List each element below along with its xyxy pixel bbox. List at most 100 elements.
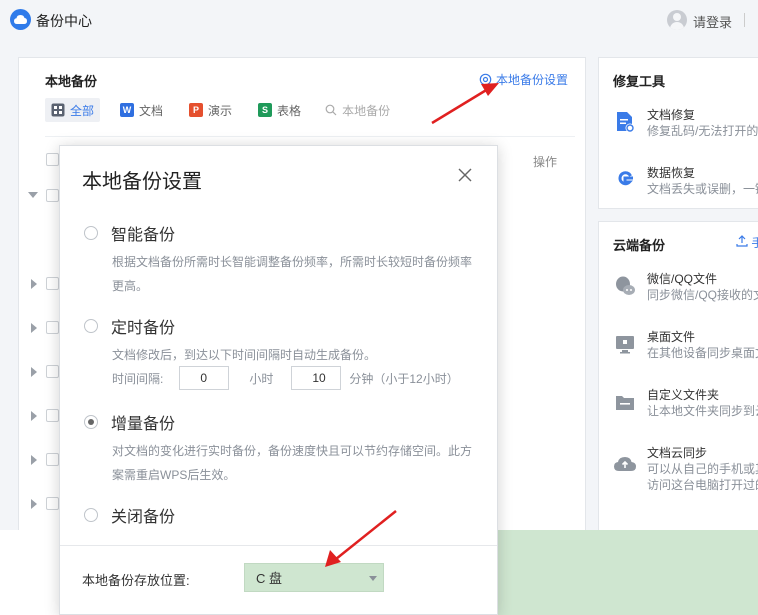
hours-input[interactable] (179, 366, 230, 390)
top-bar: 备份中心 请登录 (0, 0, 758, 40)
option-scheduled-backup[interactable]: 定时备份 (84, 314, 175, 338)
backup-location-label: 本地备份存放位置: (82, 573, 190, 588)
dialog-divider (60, 545, 497, 546)
row-checkbox[interactable] (46, 365, 59, 378)
data-recovery-icon (618, 171, 633, 186)
smart-backup-desc: 根据文档备份所需时长智能调整备份频率，所需时长较短时备份频率更高。 (112, 255, 473, 293)
folder-icon (616, 396, 634, 410)
document-cloud-sync-desc-line2: 访问这台电脑打开过的 (647, 478, 758, 492)
option-disable-backup[interactable]: 关闭备份 (84, 503, 175, 527)
select-all-checkbox[interactable] (46, 153, 59, 166)
smart-backup-label: 智能备份 (111, 227, 176, 244)
interval-label: 时间间隔: (112, 371, 164, 386)
file-type-tabs: 全部 W 文档 P 演示 S 表格 本地备份 (45, 98, 390, 122)
header-divider (45, 136, 575, 137)
local-backup-settings-link[interactable]: 本地备份设置 (479, 71, 568, 88)
custom-folder-desc: 让本地文件夹同步到云 (647, 404, 758, 418)
presentation-icon: P (189, 103, 204, 117)
expand-arrow-icon[interactable] (31, 499, 37, 509)
backup-location-select[interactable]: C 盘 (244, 563, 384, 592)
data-recovery-desc: 文档丢失或误删，一键 (647, 182, 758, 196)
scheduled-backup-radio[interactable] (84, 319, 98, 333)
cloud-backup-panel: 云端备份 手 微信/QQ文件 同步微信/QQ接收的文 桌面文件 在其他设备同步桌… (598, 221, 758, 530)
gear-icon (479, 73, 492, 86)
scheduled-backup-desc: 文档修改后，到达以下时间间隔时自动生成备份。 (112, 348, 377, 362)
data-recovery-item[interactable]: 数据恢复 文档丢失或误删，一键 (613, 164, 758, 204)
tab-spreadsheets-label: 表格 (277, 103, 302, 118)
hours-unit: 小时 (249, 371, 274, 386)
login-link[interactable]: 请登录 (693, 12, 732, 31)
expand-arrow-icon[interactable] (31, 367, 37, 377)
custom-folder-name: 自定义文件夹 (647, 388, 720, 402)
row-checkbox[interactable] (46, 277, 59, 290)
expand-arrow-icon[interactable] (31, 455, 37, 465)
repair-tools-title: 修复工具 (613, 74, 666, 89)
option-smart-backup[interactable]: 智能备份 (84, 221, 175, 245)
spreadsheet-icon: S (258, 103, 273, 117)
backup-location-value: C 盘 (256, 571, 283, 586)
smart-backup-radio[interactable] (84, 226, 98, 240)
repair-tools-panel: 修复工具 文档修复 修复乱码/无法打开的 数据恢复 文档丢失或误删，一键 (598, 57, 758, 209)
desktop-icon (616, 336, 634, 354)
option-incremental-backup[interactable]: 增量备份 (84, 410, 175, 434)
local-backup-title: 本地备份 (45, 74, 98, 89)
tab-documents[interactable]: W 文档 (114, 98, 169, 122)
document-cloud-sync-item[interactable]: 文档云同步 可以从自己的手机或其 访问这台电脑打开过的 (613, 444, 758, 494)
tab-documents-label: 文档 (139, 103, 164, 118)
user-avatar-icon[interactable] (667, 10, 687, 30)
row-checkbox[interactable] (46, 321, 59, 334)
manual-upload-label: 手 (751, 236, 758, 250)
disable-backup-radio[interactable] (84, 508, 98, 522)
data-recovery-name: 数据恢复 (647, 166, 696, 180)
interval-row: 时间间隔: 小时 分钟（小于12小时） (112, 366, 459, 390)
local-backup-search[interactable]: 本地备份 (325, 102, 390, 119)
cloud-backup-title: 云端备份 (613, 238, 666, 253)
close-icon[interactable] (456, 166, 474, 184)
action-column-header: 操作 (533, 155, 558, 169)
manual-upload-link[interactable]: 手 (736, 234, 758, 251)
expand-arrow-icon[interactable] (31, 411, 37, 421)
scheduled-backup-label: 定时备份 (111, 320, 176, 337)
settings-link-label: 本地备份设置 (496, 73, 569, 87)
tab-all[interactable]: 全部 (45, 98, 101, 122)
search-icon (325, 104, 337, 116)
disable-backup-label: 关闭备份 (111, 509, 176, 526)
row-checkbox[interactable] (46, 453, 59, 466)
chevron-down-icon (369, 576, 377, 581)
upload-icon (736, 235, 748, 247)
desktop-files-name: 桌面文件 (647, 330, 696, 344)
row-checkbox[interactable] (46, 189, 59, 202)
tab-presentations[interactable]: P 演示 (183, 98, 238, 122)
expand-arrow-icon[interactable] (31, 323, 37, 333)
document-cloud-sync-desc: 可以从自己的手机或其 (647, 462, 758, 476)
incremental-backup-radio[interactable] (84, 415, 98, 429)
local-backup-settings-dialog: 本地备份设置 智能备份 根据文档备份所需时长智能调整备份频率，所需时长较短时备份… (59, 145, 498, 615)
backup-center-logo-icon (10, 9, 31, 30)
incremental-backup-desc: 对文档的变化进行实时备份，备份速度快且可以节约存储空间。此方案需重启WPS后生效… (112, 444, 473, 482)
document-cloud-sync-name: 文档云同步 (647, 446, 708, 460)
row-checkbox[interactable] (46, 497, 59, 510)
document-repair-desc: 修复乱码/无法打开的 (647, 124, 758, 138)
document-repair-icon (617, 112, 635, 133)
cloud-upload-icon (614, 457, 636, 471)
tab-spreadsheets[interactable]: S 表格 (252, 98, 307, 122)
word-doc-icon: W (120, 103, 135, 117)
desktop-files-item[interactable]: 桌面文件 在其他设备同步桌面文 (613, 328, 758, 368)
expand-arrow-icon[interactable] (31, 279, 37, 289)
minutes-input[interactable] (291, 366, 342, 390)
topbar-divider (744, 13, 745, 27)
custom-folder-item[interactable]: 自定义文件夹 让本地文件夹同步到云 (613, 386, 758, 426)
incremental-backup-label: 增量备份 (111, 416, 176, 433)
desktop-files-desc: 在其他设备同步桌面文 (647, 346, 758, 360)
row-checkbox[interactable] (46, 409, 59, 422)
document-repair-item[interactable]: 文档修复 修复乱码/无法打开的 (613, 106, 758, 146)
grid-icon (51, 103, 65, 117)
minutes-unit: 分钟（小于12小时） (349, 371, 459, 386)
wechat-qq-icon (616, 276, 635, 295)
search-placeholder: 本地备份 (342, 103, 391, 118)
tab-presentations-label: 演示 (208, 103, 233, 118)
tab-all-label: 全部 (70, 103, 95, 118)
wechat-qq-files-item[interactable]: 微信/QQ文件 同步微信/QQ接收的文 (613, 270, 758, 310)
collapse-arrow-icon[interactable] (28, 192, 38, 198)
wechat-qq-files-name: 微信/QQ文件 (647, 272, 718, 286)
